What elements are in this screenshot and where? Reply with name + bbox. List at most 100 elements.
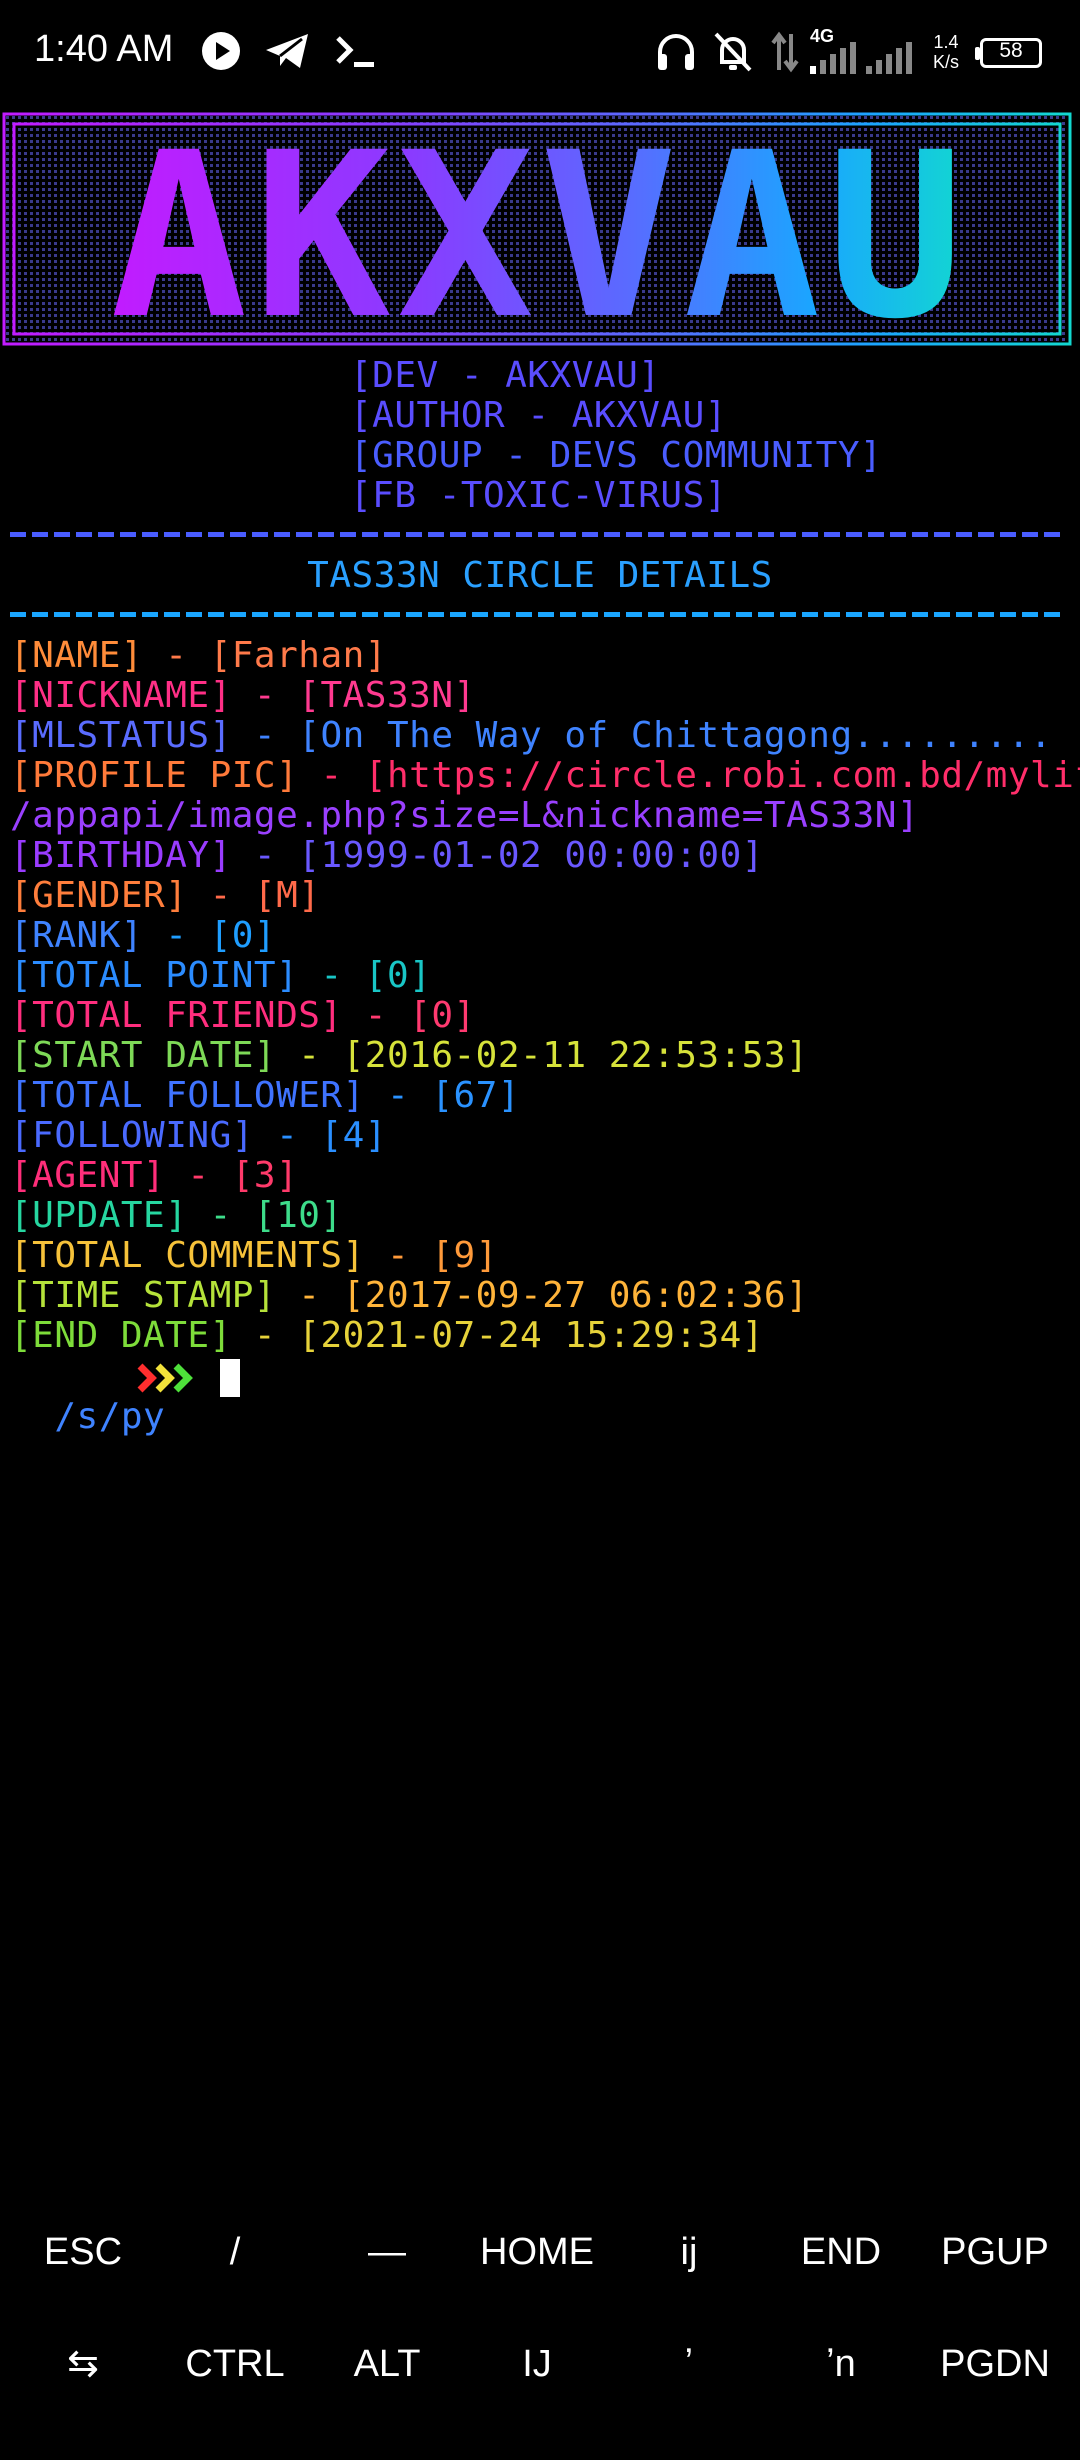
ascii-banner: AKXVAU bbox=[0, 103, 1080, 369]
detail-value: [2021-07-24 15:29:34] bbox=[298, 1315, 764, 1356]
detail-value: [2016-02-11 22:53:53] bbox=[342, 1035, 809, 1076]
key-row1-3[interactable]: HOME bbox=[462, 2232, 612, 2272]
credit-fb: [FB -TOXIC-VIRUS] bbox=[350, 475, 727, 516]
detail-value: [0] bbox=[364, 955, 432, 996]
detail-value: [M] bbox=[253, 875, 321, 916]
detail-value: [0] bbox=[209, 915, 277, 956]
detail-label: [TOTAL COMMENTS] bbox=[10, 1235, 365, 1276]
detail-line: [FOLLOWING] - [4] bbox=[10, 1116, 387, 1156]
key-row1-1[interactable]: / bbox=[160, 2232, 310, 2272]
credit-dev: [DEV - AKXVAU] bbox=[350, 355, 661, 396]
detail-line: [TOTAL FRIENDS] - [0] bbox=[10, 996, 476, 1036]
detail-separator: - bbox=[143, 915, 210, 956]
detail-value: [0] bbox=[409, 995, 476, 1036]
detail-label: [RANK] bbox=[10, 915, 144, 956]
detail-separator: - bbox=[187, 875, 254, 916]
signal-icon-2 bbox=[866, 42, 912, 74]
cursor[interactable] bbox=[220, 1359, 240, 1397]
detail-label: [FOLLOWING] bbox=[10, 1115, 254, 1156]
detail-line: /appapi/image.php?size=L&nickname=TAS33N… bbox=[10, 796, 919, 836]
extra-keys-bar: ESC / — HOME ij END PGUP ⇆ CTRL ALT IJ ʼ ʼn PGDN bbox=[0, 2230, 1080, 2460]
battery-level: 58 bbox=[999, 39, 1023, 62]
detail-separator: - bbox=[231, 675, 299, 716]
key-row2-0[interactable]: ⇆ bbox=[8, 2344, 158, 2384]
detail-value: [TAS33N] bbox=[298, 675, 476, 716]
signal-icon bbox=[810, 42, 856, 74]
detail-line: [PROFILE PIC] - [https://circle.robi.com… bbox=[10, 756, 1080, 796]
key-row1-4[interactable]: ij bbox=[614, 2232, 764, 2272]
akxvau-logo: AKXVAU bbox=[2, 103, 1072, 369]
detail-line: [AGENT] - [3] bbox=[10, 1156, 298, 1196]
key-row2-5[interactable]: ʼn bbox=[766, 2344, 916, 2384]
detail-separator: - bbox=[298, 955, 365, 996]
detail-label: [BIRTHDAY] bbox=[10, 835, 232, 876]
detail-value: [9] bbox=[431, 1235, 498, 1276]
detail-line: [END DATE] - [2021-07-24 15:29:34] bbox=[10, 1316, 764, 1356]
play-icon bbox=[202, 32, 240, 70]
detail-value: [https://circle.robi.com.bd/mylife bbox=[364, 755, 1080, 796]
detail-line: [UPDATE] - [10] bbox=[10, 1196, 343, 1236]
detail-label: [PROFILE PIC] bbox=[10, 755, 299, 796]
key-row1-2[interactable]: — bbox=[312, 2232, 462, 2272]
detail-label: [TOTAL FOLLOWER] bbox=[10, 1075, 365, 1116]
detail-separator: - bbox=[231, 835, 299, 876]
detail-label: [TOTAL POINT] bbox=[10, 955, 299, 996]
net-speed: 1.4 K/s bbox=[928, 32, 964, 72]
detail-value: /appapi/image.php?size=L&nickname=TAS33N… bbox=[10, 795, 920, 836]
detail-separator: - bbox=[276, 1275, 343, 1316]
detail-label: [TIME STAMP] bbox=[10, 1275, 277, 1316]
telegram-icon bbox=[266, 34, 308, 68]
detail-separator: - bbox=[364, 1075, 432, 1116]
detail-line: [TOTAL POINT] - [0] bbox=[10, 956, 431, 996]
detail-value: [Farhan] bbox=[209, 635, 387, 676]
key-row1-0[interactable]: ESC bbox=[8, 2232, 158, 2272]
detail-value: [67] bbox=[431, 1075, 521, 1116]
detail-label: [NICKNAME] bbox=[10, 675, 232, 716]
detail-line: [RANK] - [0] bbox=[10, 916, 276, 956]
detail-label: [UPDATE] bbox=[10, 1195, 188, 1236]
detail-separator: - bbox=[187, 1195, 254, 1236]
detail-separator: - bbox=[276, 1035, 343, 1076]
key-row2-2[interactable]: ALT bbox=[312, 2344, 462, 2384]
bell-muted-icon bbox=[714, 32, 752, 72]
key-row1-6[interactable]: PGUP bbox=[920, 2232, 1070, 2272]
detail-separator: - bbox=[143, 635, 210, 676]
detail-value: [10] bbox=[253, 1195, 343, 1236]
prompt-arrows-icon bbox=[137, 1363, 193, 1393]
net-speed-unit: K/s bbox=[932, 52, 959, 72]
key-row2-3[interactable]: IJ bbox=[462, 2344, 612, 2384]
detail-separator: - bbox=[364, 1235, 432, 1276]
terminal-icon bbox=[336, 36, 374, 67]
data-arrows-icon bbox=[771, 31, 799, 73]
status-time: 1:40 AM bbox=[34, 28, 174, 70]
detail-label: [TOTAL FRIENDS] bbox=[10, 995, 343, 1036]
key-row2-4[interactable]: ʼ bbox=[614, 2344, 764, 2384]
detail-line: [NICKNAME] - [TAS33N] bbox=[10, 676, 476, 716]
battery-icon: 58 bbox=[975, 38, 1042, 68]
detail-label: [MLSTATUS] bbox=[10, 715, 232, 756]
detail-line: [MLSTATUS] - [On The Way of Chittagong..… bbox=[10, 716, 1080, 756]
detail-line: [BIRTHDAY] - [1999-01-02 00:00:00] bbox=[10, 836, 764, 876]
detail-label: [END DATE] bbox=[10, 1315, 232, 1356]
detail-value: [3] bbox=[231, 1155, 299, 1196]
logo-text: AKXVAU bbox=[110, 110, 970, 360]
credit-group: [GROUP - DEVS COMMUNITY] bbox=[350, 435, 883, 476]
detail-line: [TIME STAMP] - [2017-09-27 06:02:36] bbox=[10, 1276, 808, 1316]
divider-top bbox=[10, 532, 1060, 537]
detail-line: [TOTAL FOLLOWER] - [67] bbox=[10, 1076, 520, 1116]
key-row1-5[interactable]: END bbox=[766, 2232, 916, 2272]
detail-line: [TOTAL COMMENTS] - [9] bbox=[10, 1236, 498, 1276]
detail-value: [1999-01-02 00:00:00] bbox=[298, 835, 764, 876]
detail-separator: - bbox=[298, 755, 365, 796]
prompt-path: /s/py bbox=[54, 1396, 166, 1437]
credit-author: [AUTHOR - AKXVAU] bbox=[350, 395, 727, 436]
detail-label: [AGENT] bbox=[10, 1155, 166, 1196]
detail-value: [4] bbox=[320, 1115, 387, 1156]
detail-label: [NAME] bbox=[10, 635, 144, 676]
key-row2-6[interactable]: PGDN bbox=[920, 2344, 1070, 2384]
detail-line: [START DATE] - [2016-02-11 22:53:53] bbox=[10, 1036, 808, 1076]
detail-value: [2017-09-27 06:02:36] bbox=[342, 1275, 809, 1316]
key-row2-1[interactable]: CTRL bbox=[160, 2344, 310, 2384]
detail-separator: - bbox=[231, 1315, 299, 1356]
net-speed-value: 1.4 bbox=[933, 32, 959, 52]
